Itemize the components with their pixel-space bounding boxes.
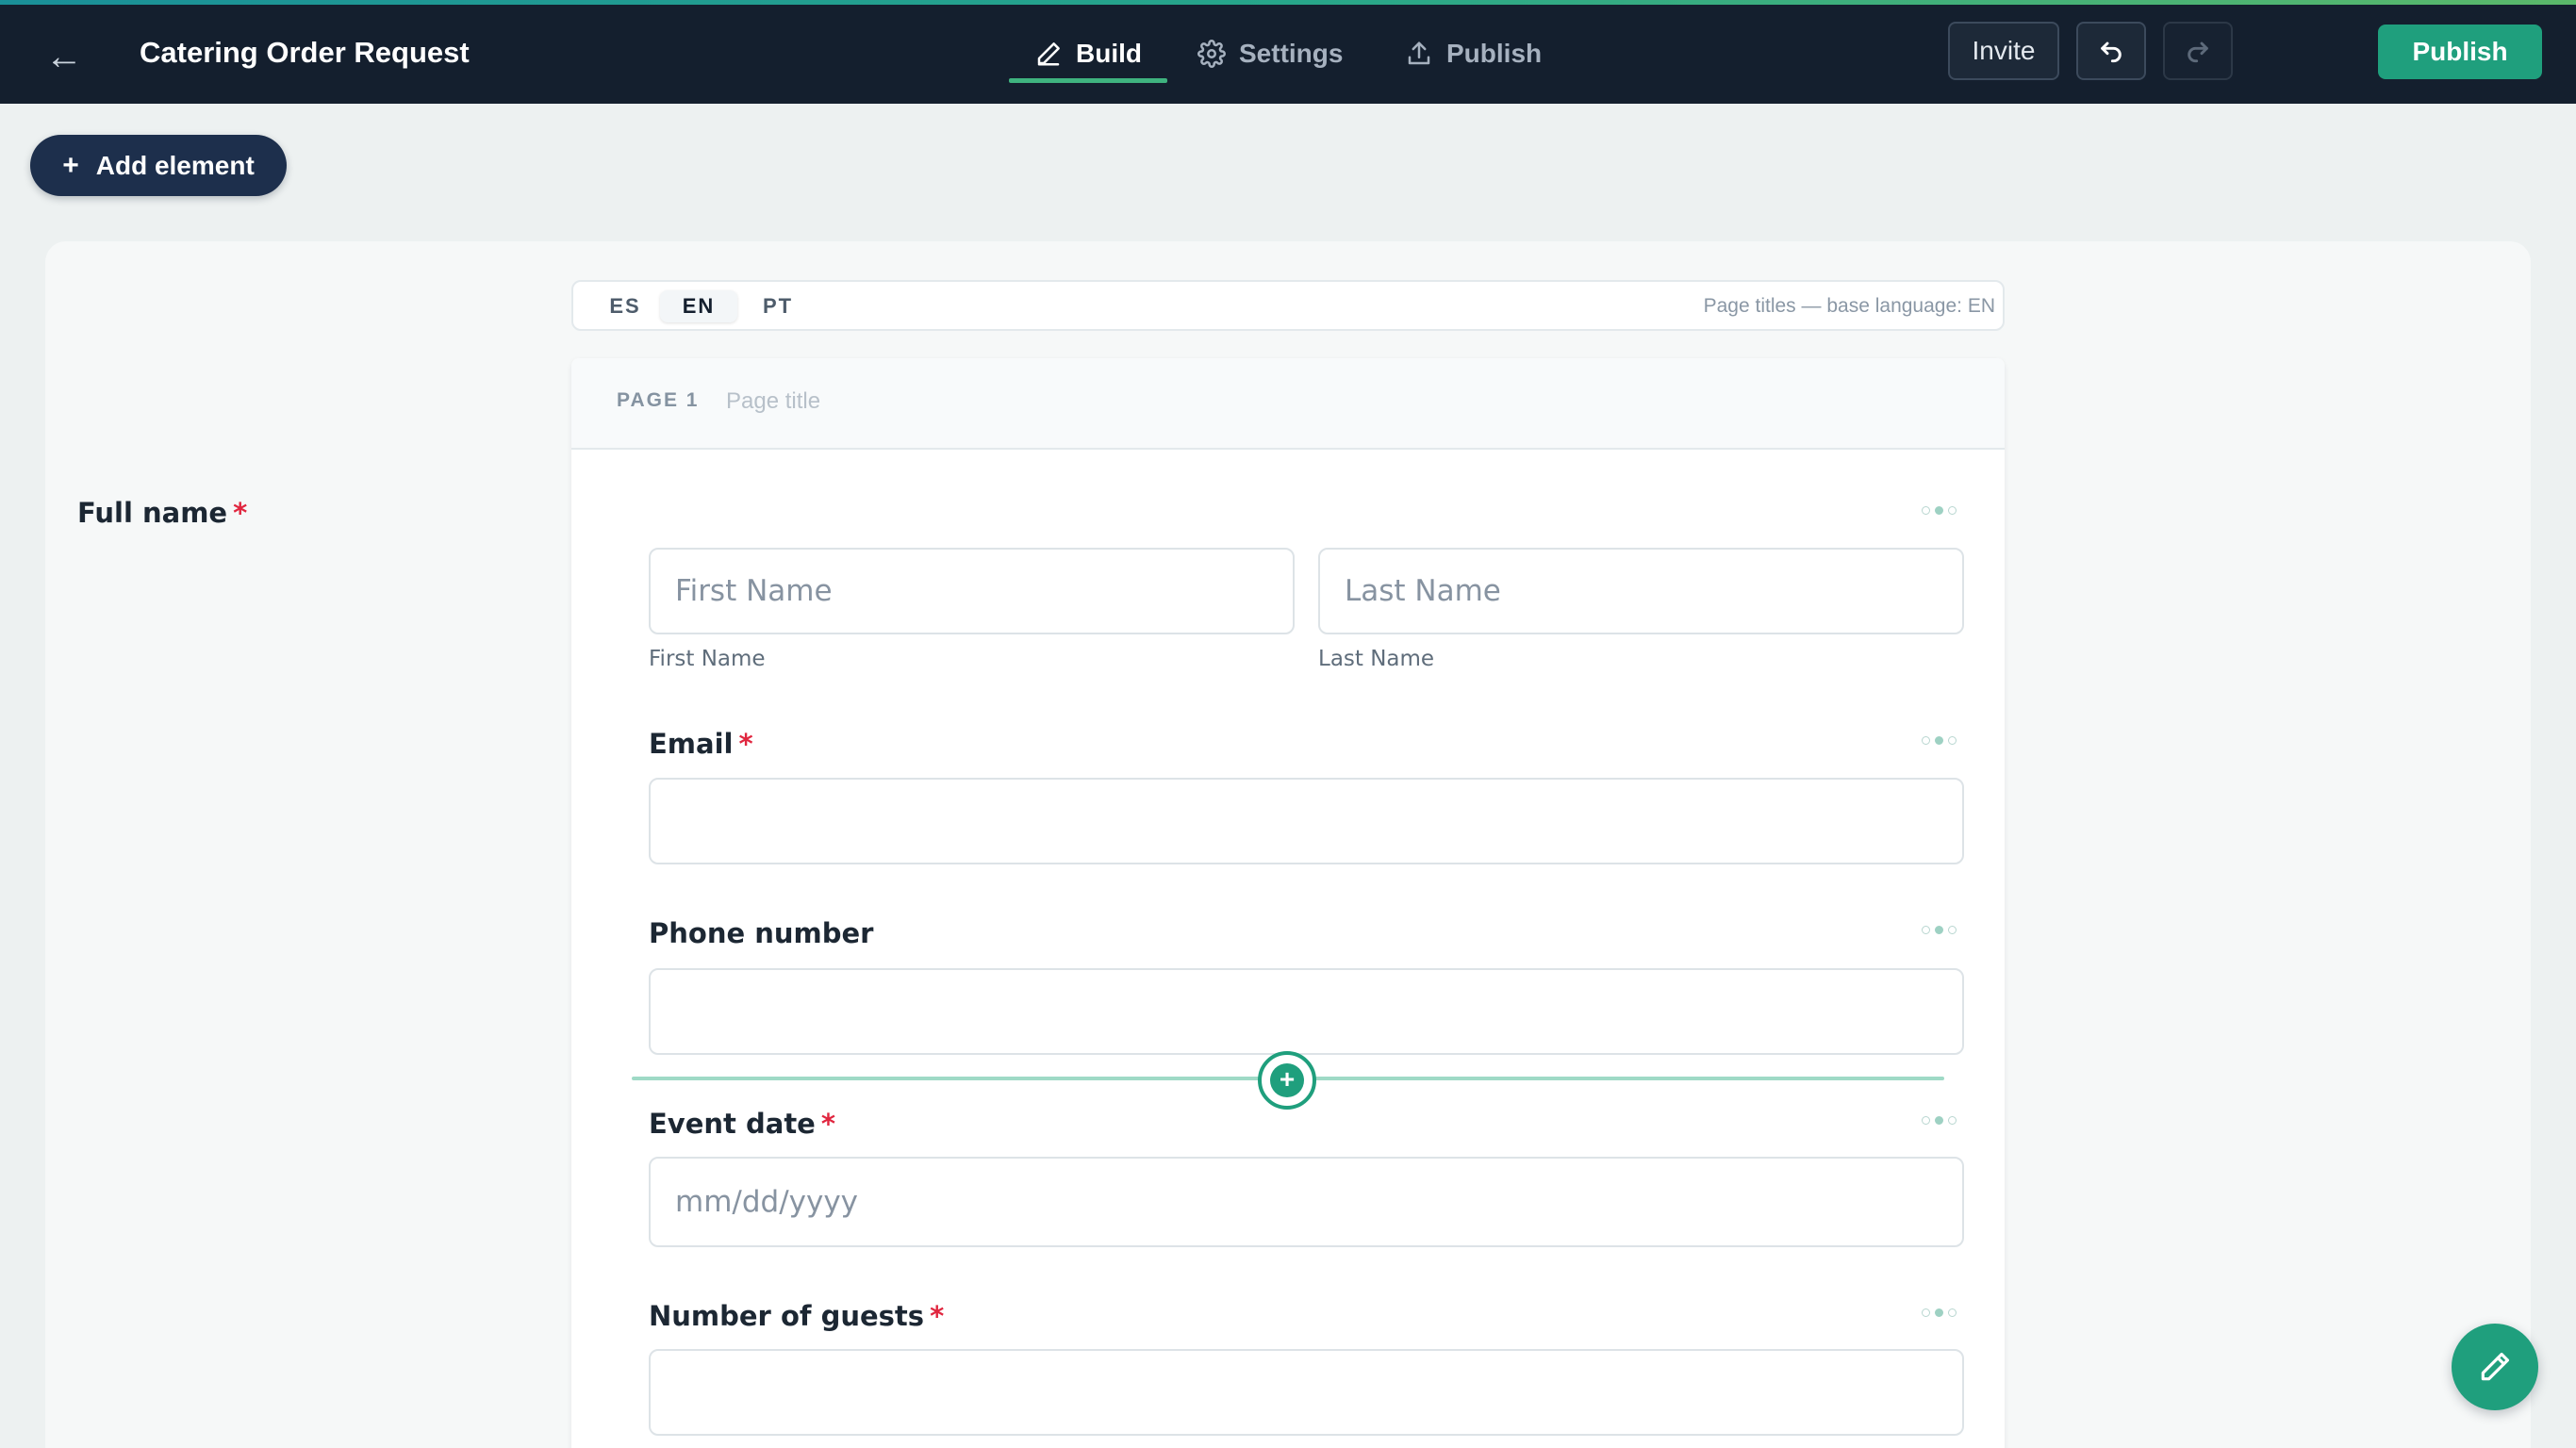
phone-label-text: Phone number bbox=[649, 917, 874, 949]
event-date-label: Event date * bbox=[649, 1108, 835, 1140]
language-tab-en[interactable]: EN bbox=[660, 290, 737, 322]
last-name-sublabel: Last Name bbox=[1318, 647, 1435, 671]
phone-label: Phone number bbox=[649, 917, 873, 949]
required-marker: * bbox=[930, 1300, 945, 1332]
tab-publish-label: Publish bbox=[1446, 39, 1543, 68]
upload-icon bbox=[1408, 41, 1430, 65]
page-header: PAGE 1 bbox=[571, 358, 2005, 450]
first-name-input[interactable] bbox=[649, 548, 1295, 634]
floating-edit-button[interactable] bbox=[2452, 1324, 2538, 1410]
field-options-menu[interactable] bbox=[1922, 504, 1963, 516]
insert-element-button[interactable]: + bbox=[1258, 1051, 1316, 1110]
required-marker: * bbox=[738, 728, 753, 760]
email-label-text: Email bbox=[649, 728, 734, 760]
field-options-menu[interactable] bbox=[1922, 1307, 1963, 1318]
top-accent-line bbox=[0, 0, 2576, 5]
guests-input[interactable] bbox=[649, 1349, 1964, 1436]
invite-button[interactable]: Invite bbox=[1948, 22, 2059, 80]
phone-input[interactable] bbox=[649, 968, 1964, 1055]
pencil-icon bbox=[1037, 42, 1060, 66]
email-label: Email * bbox=[649, 728, 753, 760]
language-note: Page titles — base language: EN bbox=[1703, 295, 1995, 317]
event-date-label-text: Event date bbox=[649, 1108, 816, 1140]
field-options-menu[interactable] bbox=[1922, 1114, 1963, 1126]
guests-label-text: Number of guests bbox=[649, 1300, 925, 1332]
required-marker: * bbox=[820, 1108, 836, 1140]
undo-button[interactable] bbox=[2076, 22, 2146, 80]
full-name-label-text: Full name bbox=[77, 497, 228, 529]
add-element-label: Add element bbox=[95, 150, 255, 180]
form-page-card: PAGE 1 bbox=[571, 358, 2005, 1448]
publish-button[interactable]: Publish bbox=[2378, 25, 2542, 79]
form-title: Catering Order Request bbox=[140, 36, 470, 69]
tab-publish[interactable]: Publish bbox=[1405, 26, 1542, 81]
tab-settings[interactable]: Settings bbox=[1197, 26, 1343, 81]
page-number: PAGE 1 bbox=[617, 389, 700, 411]
last-name-input[interactable] bbox=[1318, 548, 1964, 634]
gear-icon bbox=[1197, 40, 1226, 68]
field-options-menu[interactable] bbox=[1922, 734, 1963, 746]
undo-icon bbox=[2101, 41, 2122, 63]
back-button[interactable]: ← bbox=[41, 34, 87, 79]
email-input[interactable] bbox=[649, 778, 1964, 864]
redo-button[interactable] bbox=[2163, 22, 2233, 80]
top-bar: ← Catering Order Request Build Settings … bbox=[0, 0, 2576, 104]
guests-label: Number of guests * bbox=[649, 1300, 944, 1332]
tab-build-label: Build bbox=[1076, 39, 1142, 68]
plus-icon: + bbox=[62, 149, 79, 181]
pencil-icon bbox=[2481, 1352, 2510, 1381]
required-marker: * bbox=[233, 497, 248, 529]
tab-settings-label: Settings bbox=[1239, 39, 1344, 68]
language-tab-pt[interactable]: PT bbox=[739, 290, 817, 322]
page-title-input[interactable] bbox=[726, 385, 1292, 419]
arrow-left-icon: ← bbox=[45, 36, 83, 77]
field-options-menu[interactable] bbox=[1922, 924, 1963, 935]
tab-build[interactable]: Build bbox=[1009, 26, 1167, 83]
full-name-label: Full name * bbox=[77, 497, 247, 529]
redo-icon bbox=[2188, 41, 2208, 63]
plus-icon: + bbox=[1270, 1063, 1304, 1097]
language-tab-es[interactable]: ES bbox=[586, 290, 664, 322]
event-date-input[interactable] bbox=[649, 1157, 1964, 1247]
first-name-sublabel: First Name bbox=[649, 647, 766, 671]
language-bar: ES EN PT Page titles — base language: EN bbox=[571, 280, 2005, 331]
add-element-button[interactable]: + Add element bbox=[30, 135, 287, 196]
